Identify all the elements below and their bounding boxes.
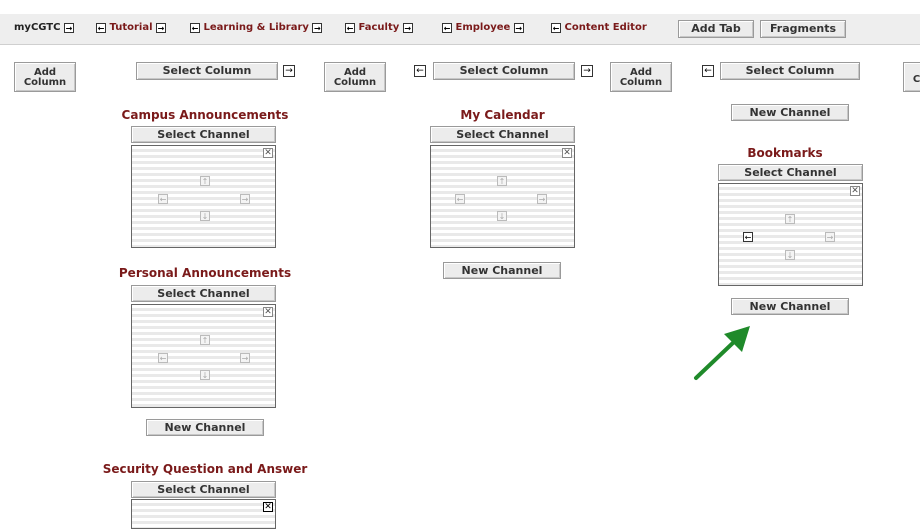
close-icon[interactable]: ✕ [263,502,273,512]
move-left-icon[interactable]: ← [96,23,106,33]
move-down-icon[interactable]: ↓ [200,211,210,221]
tab-employee[interactable]: ← Employee → [442,22,524,33]
tab-tutorial[interactable]: ← Tutorial → [96,22,166,33]
close-icon[interactable]: ✕ [850,186,860,196]
move-up-icon[interactable]: ↑ [200,176,210,186]
add-tab-button[interactable]: Add Tab [678,20,754,38]
move-left-icon[interactable]: ← [158,353,168,363]
move-up-icon[interactable]: ↑ [497,176,507,186]
select-channel-button[interactable]: Select Channel [131,481,276,498]
select-channel-button[interactable]: Select Channel [131,126,276,143]
move-left-icon[interactable]: ← [345,23,355,33]
move-down-icon[interactable]: ↓ [785,250,795,260]
move-left-icon[interactable]: ← [190,23,200,33]
move-up-icon[interactable]: ↑ [785,214,795,224]
move-left-icon[interactable]: ← [455,194,465,204]
new-channel-button[interactable]: New Channel [146,419,264,436]
move-right-icon[interactable]: → [240,353,250,363]
close-icon[interactable]: ✕ [263,307,273,317]
new-channel-button[interactable]: New Channel [443,262,561,279]
add-column-button[interactable]: Add Column [610,62,672,92]
move-right-icon[interactable]: → [537,194,547,204]
move-down-icon[interactable]: ↓ [200,370,210,380]
select-column-button[interactable]: Select Column [720,62,860,80]
channel-title-personal-announcements: Personal Announcements [118,266,292,280]
tab-label: Tutorial [109,22,153,33]
select-channel-button[interactable]: Select Channel [131,285,276,302]
tab-content-editor[interactable]: ← Content Editor [551,22,647,33]
move-left-icon[interactable]: ← [158,194,168,204]
move-right-icon[interactable]: → [513,23,524,33]
new-channel-button[interactable]: New Channel [731,104,849,121]
select-column-button[interactable]: Select Column [433,62,575,80]
fragments-button[interactable]: Fragments [760,20,846,38]
add-column-button-clipped[interactable]: Add Column [903,62,920,92]
tab-faculty[interactable]: ← Faculty → [345,22,413,33]
channel-box-campus: ✕ ↑ ← → ↓ [131,145,276,248]
close-icon[interactable]: ✕ [263,148,273,158]
channel-box-calendar: ✕ ↑ ← → ↓ [430,145,575,248]
move-left-icon[interactable]: ← [743,232,753,242]
channel-title-bookmarks: Bookmarks [747,146,823,160]
move-column-left-icon[interactable]: ← [414,65,426,77]
move-column-right-icon[interactable]: → [283,65,295,77]
move-right-icon[interactable]: → [156,23,166,33]
channel-title-campus-announcements: Campus Announcements [121,108,289,122]
move-column-left-icon[interactable]: ← [702,65,714,77]
move-right-icon[interactable]: → [312,23,323,33]
move-right-icon[interactable]: → [825,232,835,242]
move-column-right-icon[interactable]: → [581,65,593,77]
add-column-button[interactable]: Add Column [324,62,386,92]
move-right-icon[interactable]: → [63,23,74,33]
select-channel-button[interactable]: Select Channel [430,126,575,143]
move-up-icon[interactable]: ↑ [200,335,210,345]
new-channel-button[interactable]: New Channel [731,298,849,315]
tab-label: myCGTC [14,22,61,33]
add-column-button[interactable]: Add Column [903,62,920,92]
close-icon[interactable]: ✕ [562,148,572,158]
channel-title-security-question: Security Question and Answer [102,462,308,476]
annotation-arrow-icon [694,326,750,380]
tab-label: Content Editor [564,22,647,33]
channel-box-bookmarks: ✕ ↑ ← → ↓ [718,183,863,286]
select-channel-button[interactable]: Select Channel [718,164,863,181]
channel-title-my-calendar: My Calendar [460,108,545,122]
tab-label: Employee [455,22,511,33]
move-left-icon[interactable]: ← [442,23,452,33]
add-column-button[interactable]: Add Column [14,62,76,92]
move-down-icon[interactable]: ↓ [497,211,507,221]
tab-mycgtc[interactable]: myCGTC → [14,22,74,33]
tab-learning-library[interactable]: ← Learning & Library → [190,22,323,33]
move-left-icon[interactable]: ← [551,23,561,33]
tab-label: Learning & Library [203,22,309,33]
select-column-button[interactable]: Select Column [136,62,278,80]
tab-label: Faculty [358,22,400,33]
channel-box-security: ✕ [131,499,276,529]
move-right-icon[interactable]: → [240,194,250,204]
move-right-icon[interactable]: → [402,23,413,33]
channel-box-personal: ✕ ↑ ← → ↓ [131,304,276,408]
